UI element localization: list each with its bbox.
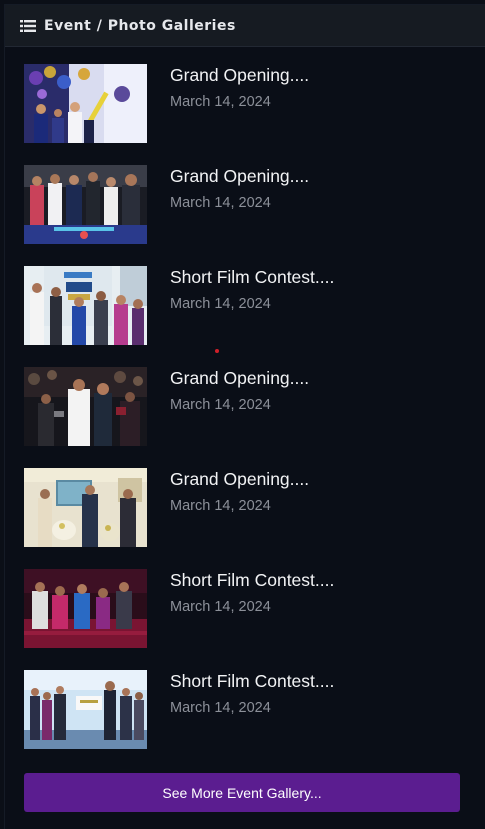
gallery-item[interactable]: Grand Opening.... March 14, 2024 xyxy=(24,367,464,468)
gallery-item[interactable]: Grand Opening.... March 14, 2024 xyxy=(24,64,464,165)
gallery-item[interactable]: Short Film Contest.... March 14, 2024 xyxy=(24,670,464,771)
gallery-item-title[interactable]: Grand Opening.... xyxy=(170,368,309,389)
indicator-dot xyxy=(215,349,219,353)
gallery-item[interactable]: Grand Opening.... March 14, 2024 xyxy=(24,165,464,266)
gallery-item-date: March 14, 2024 xyxy=(170,700,271,716)
gallery-thumbnail[interactable] xyxy=(24,670,147,749)
list-icon xyxy=(20,19,36,32)
gallery-item-title[interactable]: Grand Opening.... xyxy=(170,166,309,187)
gallery-item[interactable]: Short Film Contest.... March 14, 2024 xyxy=(24,266,464,367)
gallery-item-title[interactable]: Short Film Contest.... xyxy=(170,671,334,692)
gallery-item-date: March 14, 2024 xyxy=(170,94,271,110)
gallery-thumbnail[interactable] xyxy=(24,165,147,244)
gallery-thumbnail[interactable] xyxy=(24,569,147,648)
gallery-item-title[interactable]: Grand Opening.... xyxy=(170,469,309,490)
gallery-item-title[interactable]: Short Film Contest.... xyxy=(170,267,334,288)
gallery-item-date: March 14, 2024 xyxy=(170,296,271,312)
gallery-item-date: March 14, 2024 xyxy=(170,599,271,615)
gallery-item-date: March 14, 2024 xyxy=(170,498,271,514)
gallery-item[interactable]: Grand Opening.... March 14, 2024 xyxy=(24,468,464,569)
gallery-thumbnail[interactable] xyxy=(24,367,147,446)
see-more-gallery-button[interactable]: See More Event Gallery... xyxy=(24,773,460,812)
gallery-item-date: March 14, 2024 xyxy=(170,397,271,413)
panel-header: Event / Photo Galleries xyxy=(5,5,485,47)
gallery-thumbnail[interactable] xyxy=(24,468,147,547)
panel-title: Event / Photo Galleries xyxy=(44,17,236,34)
gallery-item[interactable]: Short Film Contest.... March 14, 2024 xyxy=(24,569,464,670)
gallery-list: Grand Opening.... March 14, 2024 Grand O… xyxy=(24,64,464,771)
gallery-thumbnail[interactable] xyxy=(24,266,147,345)
gallery-item-title[interactable]: Short Film Contest.... xyxy=(170,570,334,591)
gallery-item-title[interactable]: Grand Opening.... xyxy=(170,65,309,86)
gallery-thumbnail[interactable] xyxy=(24,64,147,143)
gallery-item-date: March 14, 2024 xyxy=(170,195,271,211)
